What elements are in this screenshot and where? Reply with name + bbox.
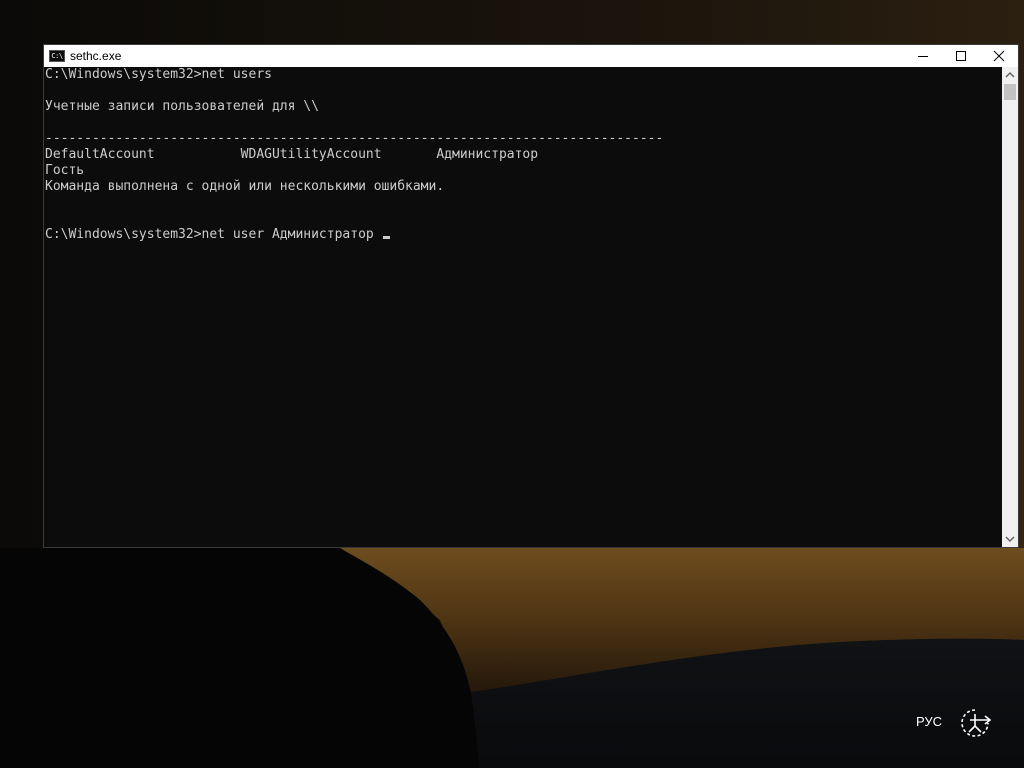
console-window: C:\ sethc.exe C:\Windows\system32>net us… — [43, 44, 1019, 548]
ease-of-access-icon — [961, 709, 992, 737]
minimize-icon — [918, 56, 928, 57]
console-line: DefaultAccount WDAGUtilityAccount Админи… — [45, 147, 539, 162]
console-output[interactable]: C:\Windows\system32>net users Учетные за… — [44, 67, 1002, 547]
lock-screen-desktop: C:\ sethc.exe C:\Windows\system32>net us… — [0, 0, 1024, 768]
chevron-up-icon — [1005, 72, 1015, 78]
console-line: Гость — [45, 163, 85, 178]
chevron-down-icon — [1005, 536, 1015, 542]
console-prompt-line[interactable]: C:\Windows\system32>net user Администрат… — [45, 227, 390, 243]
scroll-thumb[interactable] — [1004, 84, 1016, 100]
close-button[interactable] — [980, 45, 1018, 67]
close-icon — [993, 50, 1005, 62]
text-cursor — [382, 236, 390, 239]
console-line: C:\Windows\system32>net users — [45, 67, 272, 82]
minimize-button[interactable] — [904, 45, 942, 67]
console-app-icon: C:\ — [49, 50, 65, 62]
maximize-icon — [956, 51, 966, 61]
ease-of-access-button[interactable] — [958, 706, 992, 740]
console-line: Учетные записи пользователей для \\ — [45, 99, 319, 114]
vertical-scrollbar[interactable] — [1002, 67, 1018, 547]
title-bar[interactable]: C:\ sethc.exe — [44, 45, 1018, 67]
console-icon-text: C:\ — [51, 51, 63, 60]
console-line: Команда выполнена с одной или нескольким… — [45, 179, 445, 194]
console-separator-line: ----------------------------------------… — [45, 131, 664, 146]
scroll-down-button[interactable] — [1002, 531, 1018, 547]
window-title: sethc.exe — [70, 49, 122, 63]
scroll-up-button[interactable] — [1002, 67, 1018, 83]
input-language-indicator[interactable]: РУС — [916, 714, 942, 729]
console-command-input[interactable]: C:\Windows\system32>net user Администрат… — [45, 227, 382, 242]
maximize-button[interactable] — [942, 45, 980, 67]
